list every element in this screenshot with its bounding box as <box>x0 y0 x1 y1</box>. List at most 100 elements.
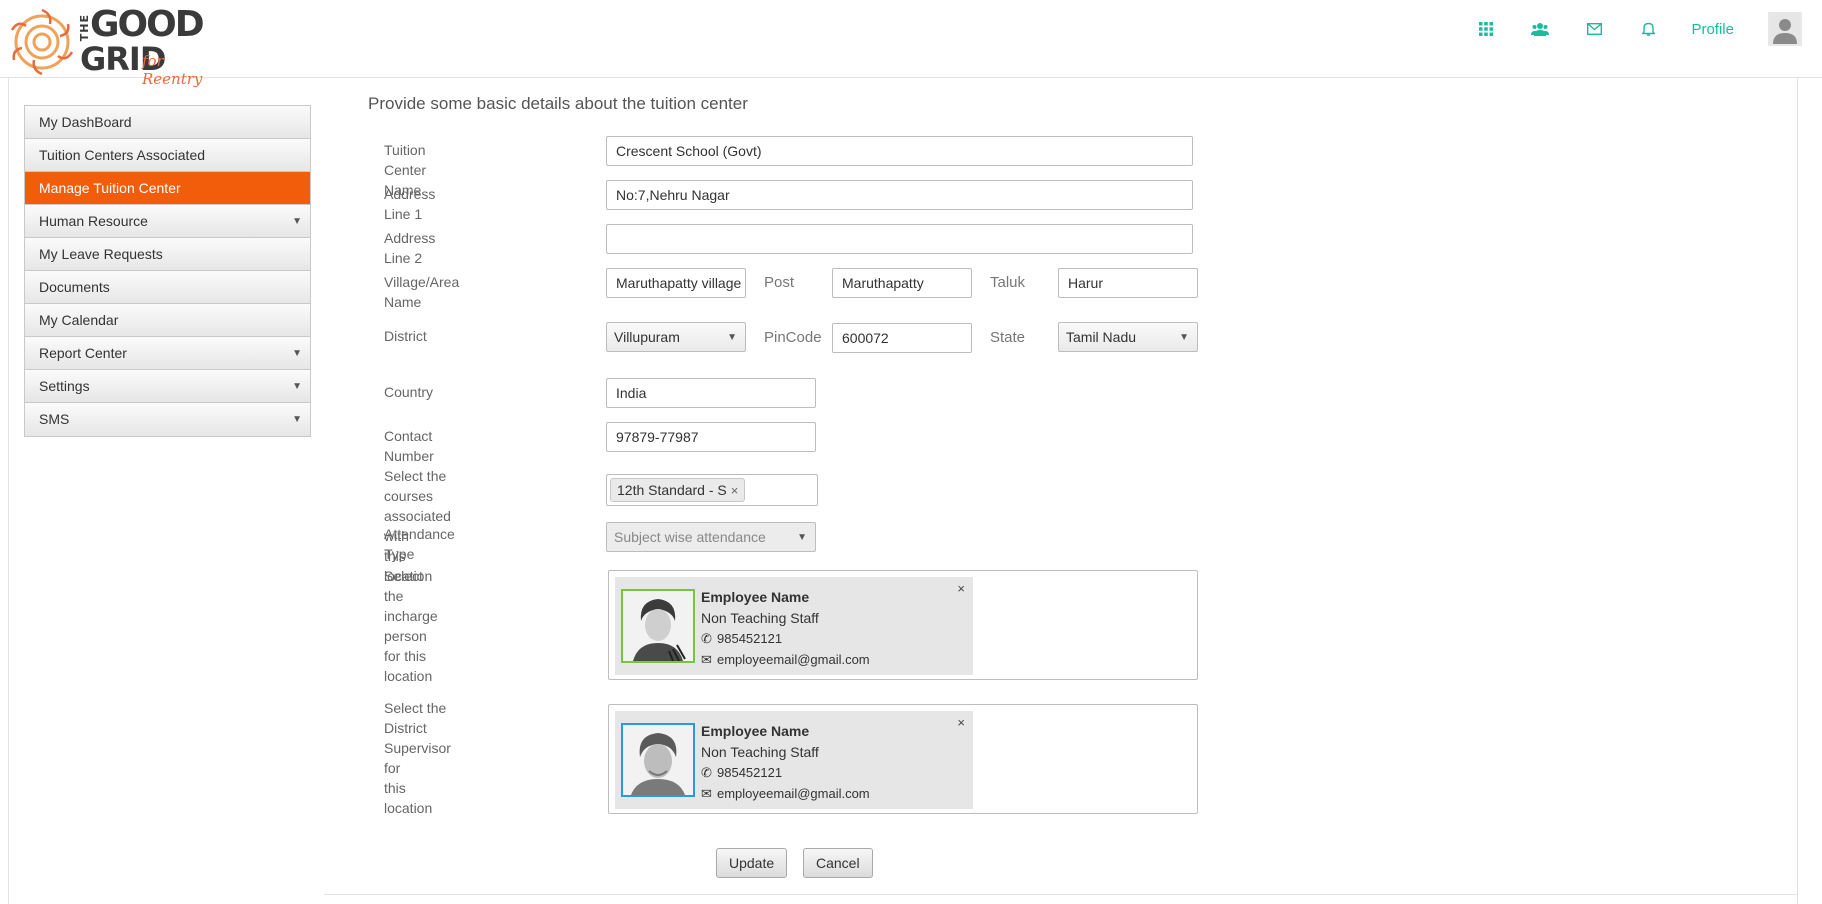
sidebar-item-tuition-centers-associated[interactable]: Tuition Centers Associated <box>25 139 310 172</box>
caret-down-icon: ▼ <box>292 414 302 425</box>
update-button[interactable]: Update <box>716 848 788 878</box>
district-select-value: Villupuram <box>614 329 680 345</box>
sidebar-item-label: My Calendar <box>39 312 119 328</box>
sidebar-item-manage-tuition-center[interactable]: Manage Tuition Center <box>25 172 310 205</box>
incharge-name: Employee Name <box>701 589 810 605</box>
supervisor-label: Select the District Supervisor for this … <box>384 700 451 816</box>
sidebar-item-label: My Leave Requests <box>39 246 163 262</box>
state-select[interactable]: Tamil Nadu ▼ <box>1058 322 1198 352</box>
supervisor-photo <box>621 723 695 797</box>
users-icon[interactable] <box>1529 18 1551 40</box>
sidebar-item-my-dashboard[interactable]: My DashBoard <box>25 106 310 139</box>
attendance-select-value: Subject wise attendance <box>614 529 766 545</box>
country-input[interactable]: India <box>606 378 816 408</box>
incharge-email: ✉ employeemail@gmail.com <box>701 652 870 667</box>
form-divider <box>324 894 1797 895</box>
district-select[interactable]: Villupuram ▼ <box>606 322 746 352</box>
sidebar-item-label: SMS <box>39 411 70 427</box>
user-silhouette-icon <box>1770 14 1800 44</box>
chevron-down-icon: ▼ <box>727 332 737 343</box>
cancel-button[interactable]: Cancel <box>803 848 873 878</box>
incharge-label: Select the incharge person for this loca… <box>384 568 438 684</box>
caret-down-icon: ▼ <box>292 348 302 359</box>
sidebar-item-label: My DashBoard <box>39 114 132 130</box>
supervisor-role: Non Teaching Staff <box>701 744 819 760</box>
post-input[interactable]: Maruthapatty <box>832 268 972 298</box>
employee-photo-icon <box>623 725 693 795</box>
attendance-label: Attendance Type <box>384 526 455 562</box>
sidebar-item-label: Report Center <box>39 345 127 361</box>
address2-label: Address Line 2 <box>384 230 436 266</box>
sidebar-item-documents[interactable]: Documents <box>25 271 310 304</box>
state-label: State <box>990 329 1026 346</box>
sidebar-menu: My DashBoard Tuition Centers Associated Ma… <box>24 105 311 437</box>
address2-input[interactable] <box>606 224 1193 254</box>
frame-border-right <box>1797 78 1798 904</box>
profile-link[interactable]: Profile <box>1691 21 1734 38</box>
remove-tag-icon[interactable]: × <box>731 483 739 498</box>
sidebar-item-label: Manage Tuition Center <box>39 180 181 196</box>
supervisor-email: ✉ employeemail@gmail.com <box>701 786 870 801</box>
sidebar-item-settings[interactable]: Settings ▼ <box>25 370 310 403</box>
pincode-input[interactable]: 600072 <box>832 323 972 353</box>
sidebar-item-label: Settings <box>39 378 90 394</box>
address1-input[interactable]: No:7,Nehru Nagar <box>606 180 1193 210</box>
flower-logo-icon <box>10 8 74 76</box>
sidebar-item-human-resource[interactable]: Human Resource ▼ <box>25 205 310 238</box>
caret-down-icon: ▼ <box>292 381 302 392</box>
caret-down-icon: ▼ <box>292 216 302 227</box>
incharge-role: Non Teaching Staff <box>701 610 819 626</box>
incharge-phone: ✆ 985452121 <box>701 631 783 646</box>
center-name-input[interactable]: Crescent School (Govt) <box>606 136 1193 166</box>
close-icon[interactable]: × <box>957 715 965 730</box>
course-tag: 12th Standard - S × <box>610 478 746 502</box>
phone-icon: ✆ <box>701 765 712 780</box>
district-label: District <box>384 328 427 344</box>
logo-tagline: for Reentry <box>142 52 203 88</box>
close-icon[interactable]: × <box>957 581 965 596</box>
incharge-selector[interactable]: Employee Name Non Teaching Staff ✆ 985452… <box>608 570 1198 680</box>
taluk-input[interactable]: Harur <box>1058 268 1198 298</box>
village-label: Village/Area Name <box>384 274 460 310</box>
courses-multiselect[interactable]: 12th Standard - S × <box>606 474 818 506</box>
chevron-down-icon: ▼ <box>1179 332 1189 343</box>
sidebar-item-label: Documents <box>39 279 110 295</box>
taluk-label: Taluk <box>990 274 1026 291</box>
chevron-down-icon: ▼ <box>797 532 807 543</box>
logo-good-text: GOOD <box>90 4 205 45</box>
incharge-person-card: Employee Name Non Teaching Staff ✆ 985452… <box>615 577 973 675</box>
country-label: Country <box>384 384 434 400</box>
sidebar-item-sms[interactable]: SMS ▼ <box>25 403 310 436</box>
employee-photo-icon <box>623 591 693 661</box>
sidebar-item-my-leave-requests[interactable]: My Leave Requests <box>25 238 310 271</box>
phone-icon: ✆ <box>701 631 712 646</box>
attendance-select: Subject wise attendance ▼ <box>606 522 816 552</box>
envelope-icon: ✉ <box>701 652 712 667</box>
sidebar-item-label: Tuition Centers Associated <box>39 147 206 163</box>
village-input[interactable]: Maruthapatty village <box>606 268 746 298</box>
sidebar-item-my-calendar[interactable]: My Calendar <box>25 304 310 337</box>
apps-grid-icon[interactable] <box>1475 18 1497 40</box>
supervisor-name: Employee Name <box>701 723 810 739</box>
supervisor-phone: ✆ 985452121 <box>701 765 783 780</box>
frame-border-left <box>8 78 9 904</box>
mail-icon[interactable] <box>1583 18 1605 40</box>
envelope-icon: ✉ <box>701 786 712 801</box>
address1-label: Address Line 1 <box>384 186 436 222</box>
contact-label: Contact Number <box>384 428 434 464</box>
contact-input[interactable]: 97879-77987 <box>606 422 816 452</box>
pincode-label: PinCode <box>764 329 822 346</box>
header-nav: Profile <box>1475 0 1822 58</box>
supervisor-selector[interactable]: Employee Name Non Teaching Staff ✆ 985452… <box>608 704 1198 814</box>
page-title: Provide some basic details about the tui… <box>368 94 748 113</box>
incharge-photo <box>621 589 695 663</box>
sidebar-item-report-center[interactable]: Report Center ▼ <box>25 337 310 370</box>
bell-icon[interactable] <box>1637 18 1659 40</box>
post-label: Post <box>764 274 795 291</box>
top-header: THE GOOD GRID for Reentry Profile <box>0 0 1822 88</box>
state-select-value: Tamil Nadu <box>1066 329 1137 345</box>
good-grid-logo[interactable]: THE GOOD GRID for Reentry <box>6 4 226 88</box>
avatar[interactable] <box>1768 12 1802 46</box>
supervisor-person-card: Employee Name Non Teaching Staff ✆ 985452… <box>615 711 973 809</box>
sidebar-item-label: Human Resource <box>39 213 148 229</box>
